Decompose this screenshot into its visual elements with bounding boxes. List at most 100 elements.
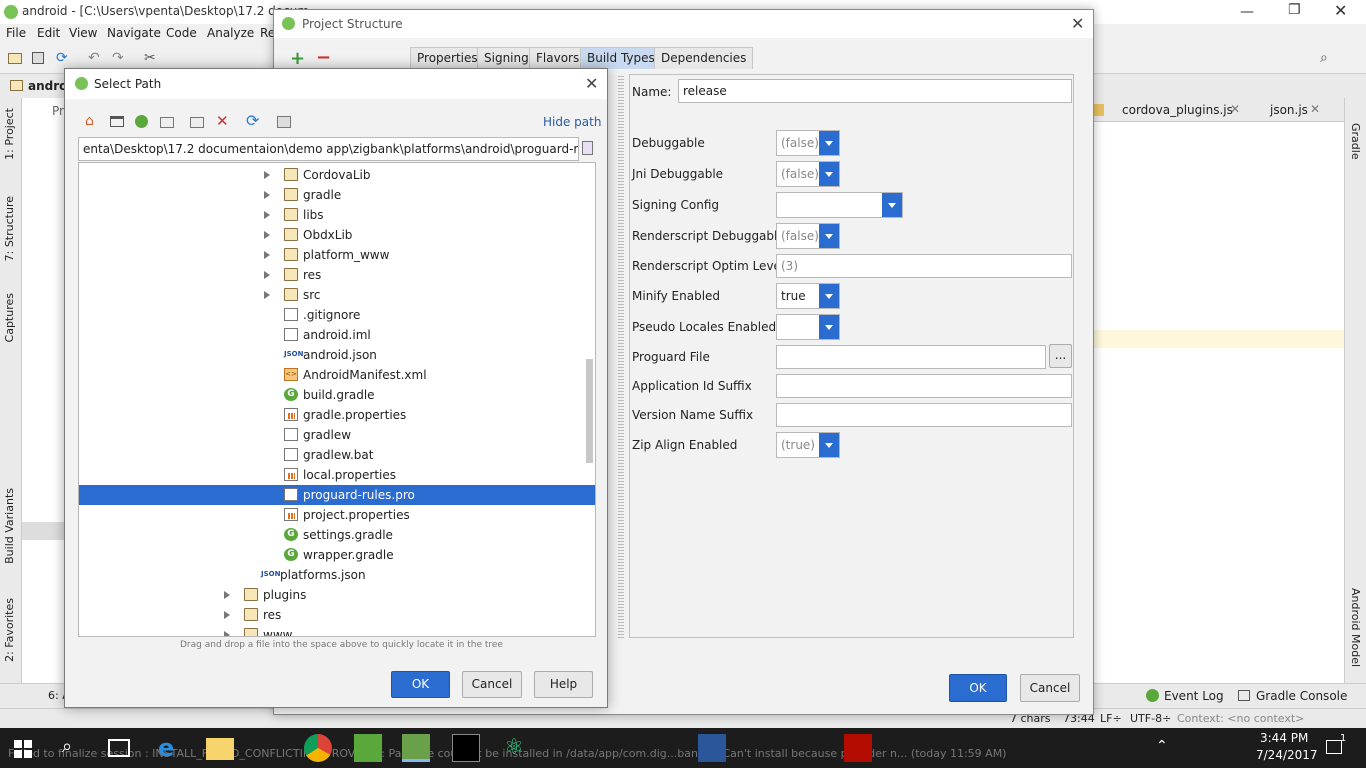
tool-tab-favorites[interactable]: 2: Favorites (3, 598, 16, 662)
tool-tab-gradle[interactable]: Gradle (1349, 123, 1362, 160)
sync-icon[interactable]: ⟳ (56, 50, 68, 66)
tree-row[interactable]: <> AndroidManifest.xml (79, 365, 595, 385)
file-explorer-icon[interactable] (206, 738, 234, 760)
restore-icon[interactable]: ❐ (1288, 2, 1301, 18)
tray-up-icon[interactable]: ⌃ (1156, 738, 1168, 754)
pseudo-locales-dropdown[interactable] (776, 314, 840, 340)
remove-module-icon[interactable]: − (316, 47, 331, 68)
expand-arrow-icon[interactable] (264, 171, 270, 179)
expand-arrow-icon[interactable] (224, 611, 230, 619)
clock-time[interactable]: 3:44 PM (1260, 731, 1308, 745)
close-tab-icon[interactable]: ✕ (1230, 102, 1240, 116)
name-field[interactable]: release (678, 79, 1072, 103)
tab-signing[interactable]: Signing (477, 47, 536, 69)
menu-navigate[interactable]: Navigate (107, 26, 161, 40)
tree-row[interactable]: libs (79, 205, 595, 225)
word-icon[interactable] (698, 734, 726, 762)
menu-file[interactable]: File (6, 26, 26, 40)
status-line-separator[interactable]: LF÷ (1100, 712, 1122, 725)
chrome-icon[interactable] (304, 734, 332, 762)
edge-icon[interactable]: e (158, 734, 186, 762)
terminal-icon[interactable] (452, 734, 480, 762)
tab-dependencies[interactable]: Dependencies (654, 47, 754, 69)
editor-tab-cordova-plugins[interactable]: cordova_plugins.js (1122, 103, 1233, 117)
tree-row[interactable]: project.properties (79, 505, 595, 525)
save-icon[interactable] (32, 52, 44, 64)
minify-enabled-dropdown[interactable]: true (776, 283, 840, 309)
tree-row[interactable]: platform_www (79, 245, 595, 265)
close-tab-icon[interactable]: ✕ (1310, 102, 1320, 116)
help-button[interactable]: Help (534, 671, 593, 698)
expand-arrow-icon[interactable] (264, 251, 270, 259)
tree-row[interactable]: proguard-rules.pro (79, 485, 595, 505)
tool-tab-structure[interactable]: 7: Structure (3, 196, 16, 261)
renderscript-optim-level-field[interactable]: (3) (776, 254, 1072, 278)
refresh-icon[interactable]: ⟳ (246, 111, 259, 130)
notepad-icon[interactable] (354, 734, 382, 762)
tree-row[interactable]: android.iml (79, 325, 595, 345)
zip-align-enabled-dropdown[interactable]: (true) (776, 432, 840, 458)
expand-arrow-icon[interactable] (224, 631, 230, 636)
module-icon[interactable] (160, 117, 174, 128)
jni-debuggable-dropdown[interactable]: (false) (776, 161, 840, 187)
menu-view[interactable]: View (69, 26, 97, 40)
path-field[interactable]: enta\Desktop\17.2 documentaion\demo app\… (78, 137, 579, 161)
menu-analyze[interactable]: Analyze (207, 26, 254, 40)
tree-row[interactable]: .gitignore (79, 305, 595, 325)
tool-tab-android-model[interactable]: Android Model (1349, 588, 1362, 667)
tab-flavors[interactable]: Flavors (529, 47, 587, 69)
open-folder-icon[interactable] (8, 53, 22, 64)
close-icon[interactable]: ✕ (1071, 14, 1084, 33)
browse-button[interactable]: ... (1049, 344, 1072, 368)
tree-row[interactable]: gradlew (79, 425, 595, 445)
path-history-icon[interactable] (582, 141, 593, 155)
tool-tab-captures[interactable]: Captures (3, 293, 16, 342)
version-name-suffix-field[interactable] (776, 403, 1072, 427)
expand-arrow-icon[interactable] (264, 211, 270, 219)
close-icon[interactable]: ✕ (1334, 1, 1347, 20)
tree-row[interactable]: res (79, 605, 595, 625)
undo-icon[interactable]: ↶ (88, 50, 100, 66)
acrobat-icon[interactable] (844, 734, 872, 762)
tab-build-types[interactable]: Build Types (580, 47, 662, 69)
clock-date[interactable]: 7/24/2017 (1256, 748, 1318, 762)
tree-row[interactable]: JSON platforms.json (79, 565, 595, 585)
tree-row[interactable]: src (79, 285, 595, 305)
tree-row[interactable]: JSON android.json (79, 345, 595, 365)
task-view-icon[interactable] (108, 739, 130, 757)
minimize-icon[interactable]: — (1240, 4, 1254, 20)
tree-row[interactable]: ObdxLib (79, 225, 595, 245)
android-studio-task-icon[interactable] (402, 734, 430, 762)
cut-icon[interactable]: ✂ (144, 50, 156, 66)
tree-row[interactable]: www (79, 625, 595, 636)
cancel-button[interactable]: Cancel (1020, 674, 1080, 702)
signing-config-dropdown[interactable] (776, 192, 903, 218)
menu-code[interactable]: Code (166, 26, 197, 40)
application-id-suffix-field[interactable] (776, 374, 1072, 398)
tool-event-log[interactable]: Event Log (1164, 689, 1224, 703)
tool-tab-build-variants[interactable]: Build Variants (3, 488, 16, 564)
status-encoding[interactable]: UTF-8÷ (1130, 712, 1171, 725)
add-module-icon[interactable]: + (290, 48, 305, 69)
hide-path-link[interactable]: Hide path (543, 115, 601, 129)
start-icon[interactable] (14, 740, 32, 758)
tree-scrollbar-thumb[interactable] (586, 359, 593, 463)
expand-arrow-icon[interactable] (264, 271, 270, 279)
tree-row[interactable]: res (79, 265, 595, 285)
search-icon[interactable]: ⌕ (62, 736, 72, 757)
ok-button[interactable]: OK (949, 674, 1007, 702)
tree-row[interactable]: CordovaLib (79, 165, 595, 185)
cancel-button[interactable]: Cancel (462, 671, 522, 698)
ok-button[interactable]: OK (391, 671, 450, 698)
atom-icon[interactable]: ⚛ (500, 734, 528, 762)
tree-row[interactable]: local.properties (79, 465, 595, 485)
tree-row[interactable]: gradlew.bat (79, 445, 595, 465)
search-icon[interactable]: ⌕ (1320, 50, 1328, 66)
tree-row[interactable]: plugins (79, 585, 595, 605)
tree-row[interactable]: Gwrapper.gradle (79, 545, 595, 565)
desktop-icon[interactable] (110, 116, 124, 127)
expand-arrow-icon[interactable] (264, 231, 270, 239)
new-folder-icon[interactable] (190, 117, 204, 128)
tab-properties[interactable]: Properties (410, 47, 485, 69)
splitter[interactable] (618, 74, 624, 638)
